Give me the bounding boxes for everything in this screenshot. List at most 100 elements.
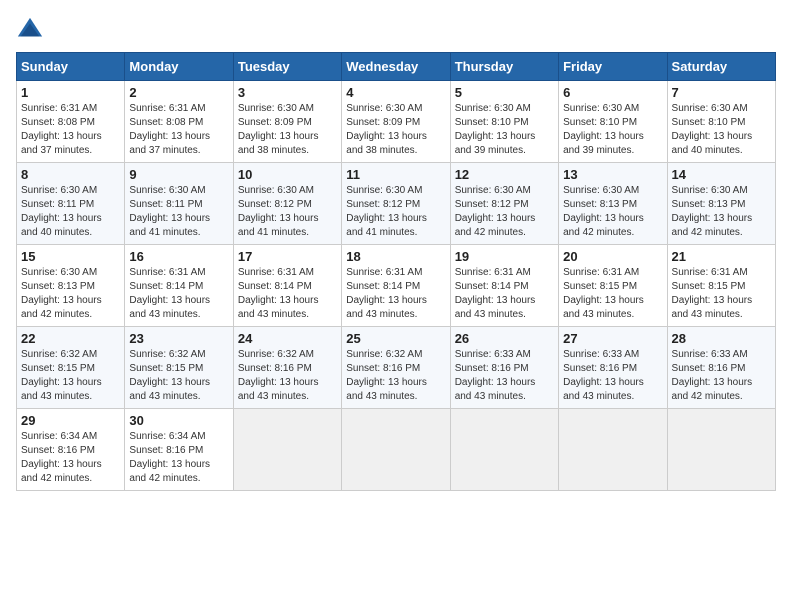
day-number: 10	[238, 167, 337, 182]
calendar-cell: 24 Sunrise: 6:32 AMSunset: 8:16 PMDayligh…	[233, 327, 341, 409]
day-number: 24	[238, 331, 337, 346]
day-number: 5	[455, 85, 554, 100]
day-info: Sunrise: 6:32 AMSunset: 8:15 PMDaylight:…	[21, 348, 120, 404]
calendar-cell: 18 Sunrise: 6:31 AMSunset: 8:14 PMDayligh…	[342, 245, 450, 327]
day-number: 6	[563, 85, 662, 100]
day-number: 16	[129, 249, 228, 264]
logo-icon	[16, 16, 44, 44]
day-info: Sunrise: 6:30 AMSunset: 8:10 PMDaylight:…	[455, 102, 554, 158]
calendar-cell: 11 Sunrise: 6:30 AMSunset: 8:12 PMDayligh…	[342, 163, 450, 245]
day-number: 27	[563, 331, 662, 346]
calendar-cell: 27 Sunrise: 6:33 AMSunset: 8:16 PMDayligh…	[559, 327, 667, 409]
calendar-cell: 21 Sunrise: 6:31 AMSunset: 8:15 PMDayligh…	[667, 245, 775, 327]
calendar-cell: 29 Sunrise: 6:34 AMSunset: 8:16 PMDayligh…	[17, 409, 125, 491]
calendar-cell: 17 Sunrise: 6:31 AMSunset: 8:14 PMDayligh…	[233, 245, 341, 327]
day-info: Sunrise: 6:32 AMSunset: 8:15 PMDaylight:…	[129, 348, 228, 404]
calendar-cell: 16 Sunrise: 6:31 AMSunset: 8:14 PMDayligh…	[125, 245, 233, 327]
day-info: Sunrise: 6:33 AMSunset: 8:16 PMDaylight:…	[563, 348, 662, 404]
day-number: 14	[672, 167, 771, 182]
day-header-tuesday: Tuesday	[233, 53, 341, 81]
day-info: Sunrise: 6:31 AMSunset: 8:15 PMDaylight:…	[563, 266, 662, 322]
day-info: Sunrise: 6:30 AMSunset: 8:13 PMDaylight:…	[21, 266, 120, 322]
day-number: 4	[346, 85, 445, 100]
calendar-cell: 25 Sunrise: 6:32 AMSunset: 8:16 PMDayligh…	[342, 327, 450, 409]
day-info: Sunrise: 6:31 AMSunset: 8:14 PMDaylight:…	[346, 266, 445, 322]
day-info: Sunrise: 6:33 AMSunset: 8:16 PMDaylight:…	[455, 348, 554, 404]
calendar-cell: 22Sunrise: 6:32 AMSunset: 8:15 PMDayligh…	[17, 327, 125, 409]
day-info: Sunrise: 6:32 AMSunset: 8:16 PMDaylight:…	[238, 348, 337, 404]
day-number: 7	[672, 85, 771, 100]
day-info: Sunrise: 6:30 AMSunset: 8:09 PMDaylight:…	[238, 102, 337, 158]
calendar-week-4: 22Sunrise: 6:32 AMSunset: 8:15 PMDayligh…	[17, 327, 776, 409]
logo	[16, 16, 48, 44]
day-number: 25	[346, 331, 445, 346]
day-number: 23	[129, 331, 228, 346]
day-number: 9	[129, 167, 228, 182]
calendar-cell: 9 Sunrise: 6:30 AMSunset: 8:11 PMDaylight…	[125, 163, 233, 245]
calendar-cell: 5 Sunrise: 6:30 AMSunset: 8:10 PMDaylight…	[450, 81, 558, 163]
calendar-cell: 28Sunrise: 6:33 AMSunset: 8:16 PMDayligh…	[667, 327, 775, 409]
day-info: Sunrise: 6:31 AMSunset: 8:08 PMDaylight:…	[129, 102, 228, 158]
day-info: Sunrise: 6:30 AMSunset: 8:12 PMDaylight:…	[346, 184, 445, 240]
day-number: 3	[238, 85, 337, 100]
calendar-week-2: 8Sunrise: 6:30 AMSunset: 8:11 PMDaylight…	[17, 163, 776, 245]
day-info: Sunrise: 6:30 AMSunset: 8:10 PMDaylight:…	[563, 102, 662, 158]
day-number: 20	[563, 249, 662, 264]
calendar-cell: 7 Sunrise: 6:30 AMSunset: 8:10 PMDaylight…	[667, 81, 775, 163]
calendar-cell: 14Sunrise: 6:30 AMSunset: 8:13 PMDayligh…	[667, 163, 775, 245]
day-number: 17	[238, 249, 337, 264]
day-number: 19	[455, 249, 554, 264]
day-header-wednesday: Wednesday	[342, 53, 450, 81]
day-info: Sunrise: 6:30 AMSunset: 8:13 PMDaylight:…	[563, 184, 662, 240]
day-header-friday: Friday	[559, 53, 667, 81]
day-info: Sunrise: 6:30 AMSunset: 8:11 PMDaylight:…	[21, 184, 120, 240]
calendar-cell: 6 Sunrise: 6:30 AMSunset: 8:10 PMDaylight…	[559, 81, 667, 163]
day-number: 2	[129, 85, 228, 100]
calendar-header-row: SundayMondayTuesdayWednesdayThursdayFrid…	[17, 53, 776, 81]
day-info: Sunrise: 6:30 AMSunset: 8:12 PMDaylight:…	[455, 184, 554, 240]
day-number: 1	[21, 85, 120, 100]
day-number: 13	[563, 167, 662, 182]
day-number: 29	[21, 413, 120, 428]
calendar-cell	[450, 409, 558, 491]
day-header-saturday: Saturday	[667, 53, 775, 81]
day-info: Sunrise: 6:31 AMSunset: 8:14 PMDaylight:…	[238, 266, 337, 322]
calendar-cell: 19 Sunrise: 6:31 AMSunset: 8:14 PMDayligh…	[450, 245, 558, 327]
day-info: Sunrise: 6:32 AMSunset: 8:16 PMDaylight:…	[346, 348, 445, 404]
calendar-table: SundayMondayTuesdayWednesdayThursdayFrid…	[16, 52, 776, 491]
calendar-cell: 23 Sunrise: 6:32 AMSunset: 8:15 PMDayligh…	[125, 327, 233, 409]
calendar-cell: 26 Sunrise: 6:33 AMSunset: 8:16 PMDayligh…	[450, 327, 558, 409]
calendar-cell: 12 Sunrise: 6:30 AMSunset: 8:12 PMDayligh…	[450, 163, 558, 245]
day-number: 18	[346, 249, 445, 264]
day-info: Sunrise: 6:31 AMSunset: 8:08 PMDaylight:…	[21, 102, 120, 158]
calendar-week-5: 29 Sunrise: 6:34 AMSunset: 8:16 PMDayligh…	[17, 409, 776, 491]
calendar-week-3: 15 Sunrise: 6:30 AMSunset: 8:13 PMDayligh…	[17, 245, 776, 327]
day-info: Sunrise: 6:30 AMSunset: 8:10 PMDaylight:…	[672, 102, 771, 158]
calendar-cell: 1 Sunrise: 6:31 AMSunset: 8:08 PMDaylight…	[17, 81, 125, 163]
day-number: 28	[672, 331, 771, 346]
calendar-cell	[233, 409, 341, 491]
calendar-cell: 2 Sunrise: 6:31 AMSunset: 8:08 PMDaylight…	[125, 81, 233, 163]
day-info: Sunrise: 6:31 AMSunset: 8:14 PMDaylight:…	[129, 266, 228, 322]
calendar-cell: 10 Sunrise: 6:30 AMSunset: 8:12 PMDayligh…	[233, 163, 341, 245]
day-number: 30	[129, 413, 228, 428]
day-header-sunday: Sunday	[17, 53, 125, 81]
calendar-cell: 4Sunrise: 6:30 AMSunset: 8:09 PMDaylight…	[342, 81, 450, 163]
day-number: 11	[346, 167, 445, 182]
day-number: 15	[21, 249, 120, 264]
calendar-week-1: 1 Sunrise: 6:31 AMSunset: 8:08 PMDaylight…	[17, 81, 776, 163]
page-header	[16, 16, 776, 44]
day-number: 12	[455, 167, 554, 182]
day-info: Sunrise: 6:30 AMSunset: 8:12 PMDaylight:…	[238, 184, 337, 240]
calendar-cell: 13 Sunrise: 6:30 AMSunset: 8:13 PMDayligh…	[559, 163, 667, 245]
day-info: Sunrise: 6:31 AMSunset: 8:14 PMDaylight:…	[455, 266, 554, 322]
day-number: 21	[672, 249, 771, 264]
day-info: Sunrise: 6:34 AMSunset: 8:16 PMDaylight:…	[21, 430, 120, 486]
day-info: Sunrise: 6:30 AMSunset: 8:11 PMDaylight:…	[129, 184, 228, 240]
day-info: Sunrise: 6:31 AMSunset: 8:15 PMDaylight:…	[672, 266, 771, 322]
calendar-cell: 8Sunrise: 6:30 AMSunset: 8:11 PMDaylight…	[17, 163, 125, 245]
calendar-cell: 15 Sunrise: 6:30 AMSunset: 8:13 PMDayligh…	[17, 245, 125, 327]
calendar-cell	[667, 409, 775, 491]
day-info: Sunrise: 6:34 AMSunset: 8:16 PMDaylight:…	[129, 430, 228, 486]
day-number: 26	[455, 331, 554, 346]
